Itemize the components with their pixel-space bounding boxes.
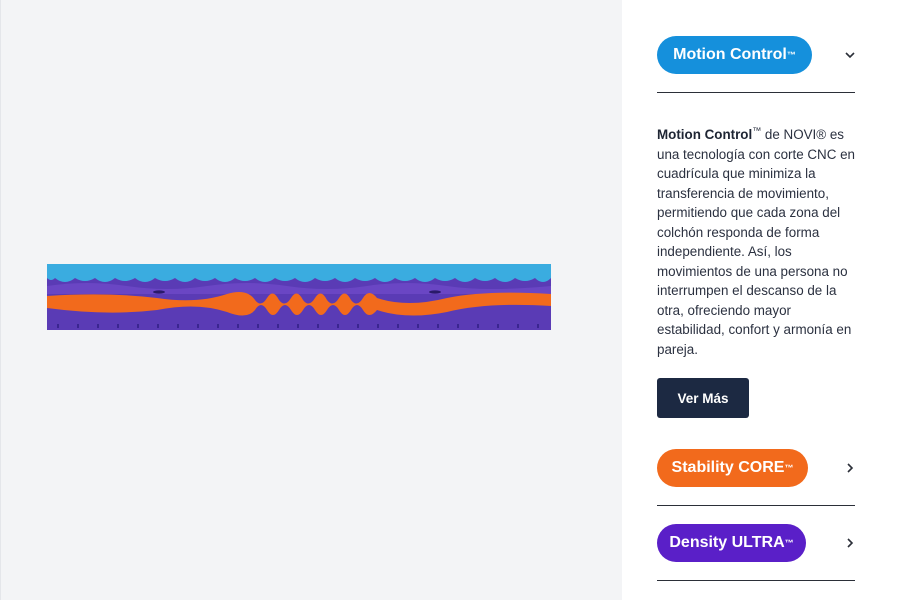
ver-mas-button[interactable]: Ver Más [657, 378, 749, 418]
chevron-down-icon[interactable] [845, 50, 855, 60]
chevron-right-icon[interactable] [845, 538, 855, 548]
divider [657, 92, 855, 93]
chevron-right-icon[interactable] [845, 463, 855, 473]
density-ultra-label: Density ULTRA [669, 534, 785, 551]
stability-core-toggle[interactable]: Stability CORE ™ [657, 449, 808, 487]
motion-control-description: Motion Control™ de NOVI® es una tecnolog… [657, 125, 856, 357]
stability-core-label: Stability CORE [671, 459, 785, 476]
motion-control-label: Motion Control [673, 46, 787, 63]
mattress-layers-illustration [47, 264, 551, 330]
divider [657, 505, 855, 506]
features-accordion: Motion Control ™ Motion Control™ de NOVI®… [622, 0, 900, 600]
divider [657, 580, 855, 581]
motion-control-toggle[interactable]: Motion Control ™ [657, 36, 812, 74]
density-ultra-toggle[interactable]: Density ULTRA ™ [657, 524, 806, 562]
product-visual-panel [0, 0, 622, 600]
